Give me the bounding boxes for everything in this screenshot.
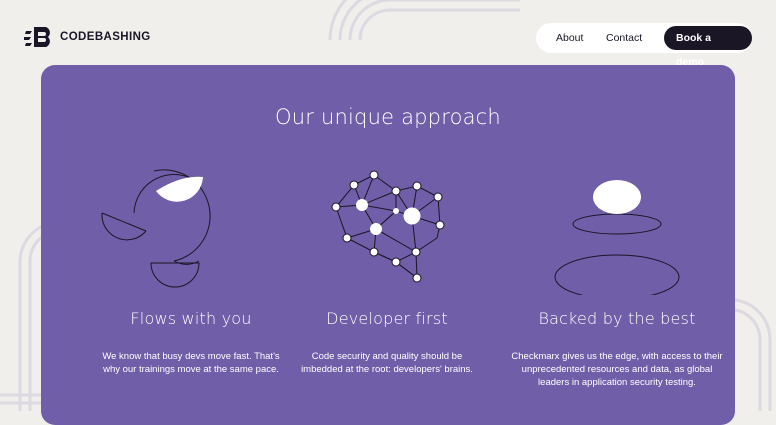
feature-title: Developer first — [326, 309, 448, 328]
top-nav: About Contact Book a demo — [536, 23, 752, 68]
feature-description: We know that busy devs move fast. That's… — [102, 351, 280, 375]
section-title: Our unique approach — [275, 105, 501, 129]
book-demo-button[interactable]: Book a demo — [664, 26, 752, 68]
codebashing-logo-icon — [24, 27, 50, 47]
approach-card: Our unique approach Flows with you We kn… — [41, 65, 735, 425]
balanced-stones-illustration — [554, 180, 680, 295]
feature-description: Checkmarx gives us the edge, with access… — [511, 351, 723, 388]
nav-about-link[interactable]: About — [556, 23, 583, 53]
brand-name: CODEBASHING — [60, 31, 151, 43]
feature-title: Backed by the best — [538, 309, 696, 328]
brand-logo[interactable]: CODEBASHING — [24, 26, 151, 48]
feature-title: Flows with you — [130, 309, 252, 328]
nav-contact-link[interactable]: Contact — [606, 23, 642, 53]
flowing-shapes-illustration — [101, 169, 211, 288]
brain-network-illustration — [331, 170, 445, 283]
feature-description: Code security and quality should be imbe… — [301, 351, 473, 375]
